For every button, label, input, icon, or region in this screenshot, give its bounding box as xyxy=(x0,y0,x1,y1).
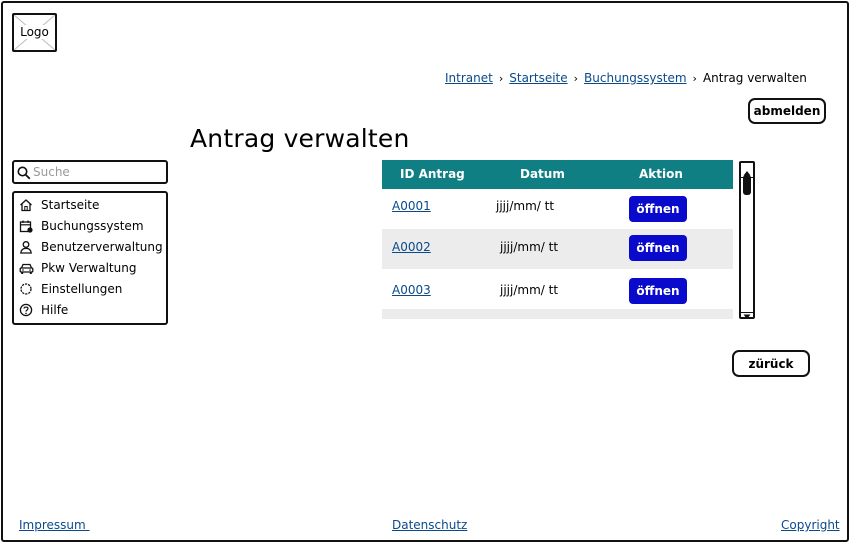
request-date: jjjj/mm/ tt xyxy=(500,240,559,254)
sidebar-item-buchungssystem[interactable]: Buchungssystem xyxy=(18,216,166,236)
sidebar-item-einstellungen[interactable]: Einstellungen xyxy=(18,279,166,299)
open-button[interactable]: öffnen xyxy=(629,235,687,261)
breadcrumb-intranet[interactable]: Intranet xyxy=(445,71,493,85)
back-button[interactable]: zürück xyxy=(732,350,810,377)
chevron-right-icon: › xyxy=(498,72,504,85)
scroll-up-arrow-icon[interactable] xyxy=(741,163,753,178)
sidebar-item-label: Einstellungen xyxy=(41,282,123,296)
chevron-right-icon: › xyxy=(573,72,579,85)
search-input[interactable] xyxy=(33,163,163,181)
column-header-action: Aktion xyxy=(639,167,683,181)
sidebar-item-label: Pkw Verwaltung xyxy=(41,261,137,275)
page-title: Antrag verwalten xyxy=(190,124,410,153)
table-scrollbar[interactable] xyxy=(739,161,755,319)
sidebar-item-hilfe[interactable]: Hilfe xyxy=(18,300,166,320)
search-icon xyxy=(17,165,32,180)
chevron-right-icon: › xyxy=(692,72,697,85)
column-header-date: Datum xyxy=(520,167,565,181)
breadcrumb-buchungssystem[interactable]: Buchungssystem xyxy=(584,71,687,85)
scroll-thumb[interactable] xyxy=(743,175,751,195)
table-row: A0001 jjjj/mm/ tt öffnen xyxy=(382,189,733,229)
sidebar-item-label: Buchungssystem xyxy=(41,219,144,233)
home-icon xyxy=(18,197,34,213)
logout-button[interactable]: abmelden xyxy=(748,98,826,124)
logo: Logo xyxy=(12,13,57,52)
table-row xyxy=(382,309,733,319)
table-header: ID Antrag Datum Aktion xyxy=(382,160,733,189)
sidebar-item-label: Benutzerverwaltung xyxy=(41,240,163,254)
open-button[interactable]: öffnen xyxy=(629,196,687,222)
logo-text: Logo xyxy=(19,25,50,39)
gear-icon xyxy=(18,281,34,297)
car-icon xyxy=(18,260,34,276)
request-id-link[interactable]: A0003 xyxy=(392,283,431,297)
breadcrumb-current: Antrag verwalten xyxy=(702,71,807,85)
column-header-id: ID Antrag xyxy=(400,167,465,181)
request-id-link[interactable]: A0001 xyxy=(392,199,431,213)
sidebar-item-label: Hilfe xyxy=(41,303,69,317)
app-window: Logo Intranet › Startseite › Buchungssystem ›… xyxy=(1,1,849,542)
request-date: jjjj/mm/ tt xyxy=(500,283,559,297)
footer-link-impressum[interactable]: Impressum xyxy=(19,518,90,532)
footer-link-datenschutz[interactable]: Datenschutz xyxy=(392,518,467,532)
open-button[interactable]: öffnen xyxy=(629,278,687,304)
search-box[interactable] xyxy=(12,160,168,184)
request-table: ID Antrag Datum Aktion A0001 jjjj/mm/ tt… xyxy=(382,160,733,319)
sidebar-item-label: Startseite xyxy=(41,198,100,212)
sidebar-item-startseite[interactable]: Startseite xyxy=(18,195,166,215)
user-icon xyxy=(18,239,34,255)
scroll-down-arrow-icon[interactable] xyxy=(741,307,753,319)
sidebar-item-benutzerverwaltung[interactable]: Benutzerverwaltung xyxy=(18,237,166,257)
footer-link-copyright[interactable]: Copyright xyxy=(781,518,840,532)
sidebar-nav: Startseite Buchungssystem Benutzerverwal… xyxy=(12,191,168,325)
request-id-link[interactable]: A0002 xyxy=(392,240,431,254)
sidebar-item-pkw-verwaltung[interactable]: Pkw Verwaltung xyxy=(18,258,166,278)
request-date: jjjj/mm/ tt xyxy=(496,199,555,213)
help-icon xyxy=(18,302,34,318)
calendar-icon xyxy=(18,218,34,234)
table-row: A0003 jjjj/mm/ tt öffnen xyxy=(382,269,733,309)
table-row: A0002 jjjj/mm/ tt öffnen xyxy=(382,229,733,269)
breadcrumb: Intranet › Startseite › Buchungssystem › Antra… xyxy=(445,71,807,85)
breadcrumb-startseite[interactable]: Startseite xyxy=(509,71,567,85)
